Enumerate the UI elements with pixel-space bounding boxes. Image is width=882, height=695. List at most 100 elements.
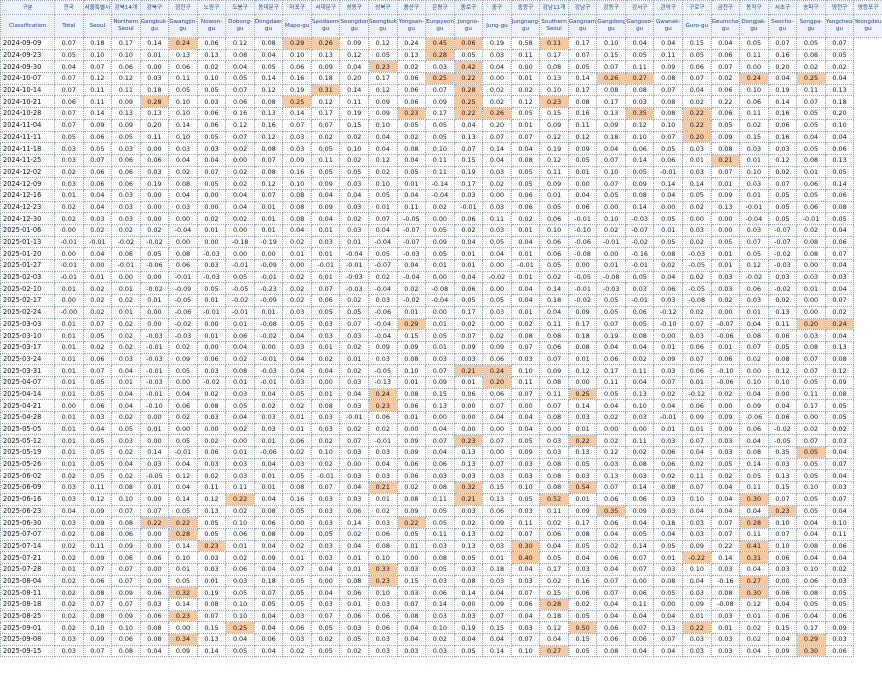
- weekly-price-change-table: 구분 전국 서울특별시 강북14개 강북구 광진구 노원구 도봉구 동대문구 마포구 서대문구 성동…: [0, 0, 882, 658]
- table-cell: 0.13: [196, 48, 227, 62]
- table-row: 2024-11-04 0.07 0.09 0.09 0.20 0.14 0.06 0.12 0.…: [0, 118, 882, 132]
- table-cell: 0.01: [682, 422, 712, 436]
- table-cell: 0.07: [282, 562, 312, 576]
- table-cell: 0.03: [339, 177, 370, 190]
- table-cell: 0.01: [54, 375, 84, 389]
- table-cell: 0.02: [225, 177, 255, 190]
- table-cell: 0.06: [282, 60, 312, 74]
- table-cell: 0.04: [824, 446, 855, 459]
- table-cell: 0.04: [624, 37, 655, 50]
- table-cell: 0.04: [824, 282, 855, 296]
- table-cell: 0.09: [653, 352, 684, 366]
- table-cell: 0.06: [596, 492, 626, 506]
- table-cell: 0.02: [510, 317, 541, 331]
- table-cell: 0.06: [111, 247, 141, 261]
- table-cell: 0.08: [539, 411, 569, 424]
- table-cell: 0.00: [196, 422, 227, 436]
- table-cell: 0.02: [339, 527, 370, 541]
- table-cell: 0.03: [196, 259, 227, 272]
- table-cell: 0.04: [396, 188, 427, 202]
- table-cell: 0.02: [482, 95, 512, 109]
- table-cell: 0.04: [253, 492, 284, 506]
- table-cell: 0.14: [453, 586, 484, 599]
- table-cell: 0.04: [824, 259, 855, 272]
- table-cell: 0.07: [82, 60, 113, 74]
- row-date: 2024-12-23: [0, 200, 55, 214]
- table-cell: 0.05: [796, 469, 826, 483]
- table-cell: 0.12: [539, 153, 569, 167]
- table-cell: 0.07: [253, 586, 284, 599]
- table-cell: 0.10: [624, 399, 655, 412]
- table-cell: 0.24: [168, 37, 198, 50]
- table-cell: 0.14: [653, 177, 684, 190]
- table-cell: 0.02: [339, 130, 370, 144]
- table-cell: 0.09: [482, 516, 512, 529]
- table-cell: 0.05: [339, 305, 370, 319]
- table-cell: 0.06: [339, 586, 370, 599]
- table-cell: 0.03: [196, 551, 227, 564]
- table-cell: 0.06: [196, 107, 227, 120]
- row-date: 2025-05-26: [0, 457, 55, 471]
- table-cell: 0.03: [368, 469, 398, 483]
- table-cell: 0.09: [111, 118, 141, 132]
- table-cell: 0.11: [624, 598, 655, 611]
- table-cell: 0.06: [739, 95, 769, 109]
- table-cell: 0.03: [168, 142, 198, 155]
- table-cell: 0.04: [510, 609, 541, 623]
- table-cell: 0.02: [310, 130, 341, 144]
- table-cell: 0.05: [624, 270, 655, 284]
- table-cell: 0.05: [596, 387, 626, 401]
- table-cell: 0.03: [339, 375, 370, 389]
- column-header-kr: 중랑구: [510, 0, 541, 15]
- table-cell: 0.20: [767, 60, 798, 74]
- table-cell: 0.06: [82, 352, 113, 366]
- table-cell: -0.01: [82, 235, 113, 249]
- table-cell: 0.04: [368, 224, 398, 237]
- table-cell: 0.05: [282, 317, 312, 331]
- table-cell: 0.07: [767, 177, 798, 190]
- column-header-kr: 동작구: [739, 0, 769, 15]
- table-row: 2025-06-02 0.02 0.05 0.02 -0.05 0.12 0.02 0.03 0…: [0, 469, 882, 483]
- table-cell: 0.05: [425, 562, 455, 576]
- table-cell: 0.02: [54, 200, 84, 214]
- table-cell: -0.09: [253, 259, 284, 272]
- column-header-kr: 강남구: [567, 0, 598, 15]
- table-cell: 0.02: [396, 481, 427, 494]
- table-cell: 0.04: [253, 539, 284, 553]
- table-cell: 0.07: [453, 329, 484, 342]
- table-cell: 0.03: [225, 469, 255, 483]
- table-cell: 0.05: [396, 118, 427, 132]
- table-cell: 0.09: [310, 60, 341, 74]
- table-cell: 0.01: [168, 562, 198, 576]
- table-cell: 0.08: [539, 469, 569, 483]
- table-cell: -0.08: [710, 598, 741, 611]
- table-cell: 0.02: [453, 224, 484, 237]
- table-cell: 0.02: [824, 562, 855, 576]
- table-cell: -0.06: [368, 305, 398, 319]
- table-cell: 0.09: [567, 305, 598, 319]
- table-row: 2025-06-30 0.03 0.09 0.08 0.22 0.22 0.05 0.10 0.…: [0, 516, 882, 529]
- table-cell: 0.03: [682, 142, 712, 155]
- table-cell: 0.02: [453, 516, 484, 529]
- table-cell: -0.01: [139, 387, 170, 401]
- table-cell: 0.12: [767, 364, 798, 377]
- table-cell: 0.01: [139, 481, 170, 494]
- table-cell: 0.10: [796, 562, 826, 576]
- table-cell: -0.18: [225, 235, 255, 249]
- table-cell: 0.05: [310, 165, 341, 179]
- table-cell: 0.06: [739, 422, 769, 436]
- table-cell: 0.03: [510, 504, 541, 518]
- table-cell: 0.01: [596, 259, 626, 272]
- table-cell: 0.03: [310, 539, 341, 553]
- table-cell: 0.04: [596, 598, 626, 611]
- table-cell: 0.29: [282, 37, 312, 50]
- table-cell: 0.00: [739, 60, 769, 74]
- table-cell: 0.10: [282, 177, 312, 190]
- table-cell: -0.05: [168, 294, 198, 307]
- table-cell: 0.05: [225, 644, 255, 658]
- table-cell: 0.06: [82, 574, 113, 588]
- table-cell: 0.09: [168, 352, 198, 366]
- table-cell: 0.22: [453, 72, 484, 85]
- table-cell: 0.12: [567, 364, 598, 377]
- table-cell: 0.01: [253, 434, 284, 448]
